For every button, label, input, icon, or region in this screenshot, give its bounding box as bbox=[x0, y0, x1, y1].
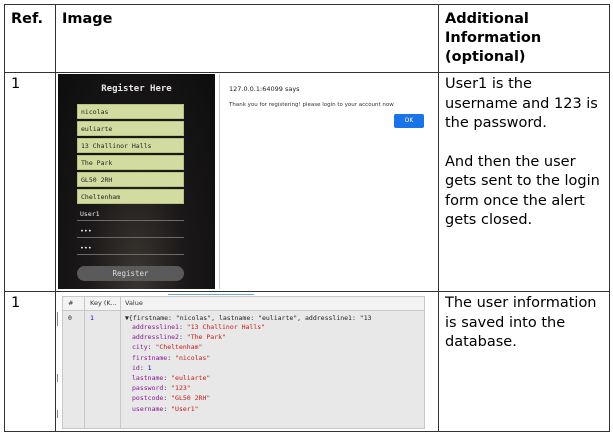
header-image: Image bbox=[55, 4, 439, 73]
password-field[interactable]: ••• bbox=[77, 224, 184, 238]
addressline1-field[interactable]: 13 Challinor Halls bbox=[77, 138, 184, 153]
alert-message: Thank you for registering! please login … bbox=[229, 102, 394, 108]
city-field[interactable]: Cheltenham bbox=[77, 189, 184, 204]
col-index[interactable]: # bbox=[68, 299, 73, 307]
info-cell: The user information is saved into the d… bbox=[438, 291, 610, 432]
info-paragraph: And then the user gets sent to the login… bbox=[445, 153, 600, 229]
postcode-field[interactable]: GL50 2RH bbox=[77, 172, 184, 187]
register-title: Register Here bbox=[101, 84, 172, 94]
info-paragraph: User1 is the username and 123 is the pas… bbox=[445, 76, 598, 131]
db-header: # Key (K... Value bbox=[63, 297, 424, 311]
header-additional-info: Additional Information (optional) bbox=[438, 4, 610, 73]
addressline2-field[interactable]: The Park bbox=[77, 155, 184, 170]
register-screenshot: Register Here nicolas euliarte 13 Challi… bbox=[58, 74, 435, 289]
row-index: 0 bbox=[68, 314, 72, 322]
confirm-password-field[interactable]: ••• bbox=[77, 241, 184, 255]
object-property: id: 1 bbox=[132, 363, 152, 372]
username-field[interactable]: User1 bbox=[77, 207, 184, 221]
indexeddb-table: # Key (K... Value 0 1 ▼{firstname: "nico… bbox=[62, 296, 425, 429]
image-cell: Register Here nicolas euliarte 13 Challi… bbox=[55, 72, 439, 292]
documentation-table: Ref. Image Additional Information (optio… bbox=[4, 4, 610, 432]
divider bbox=[84, 297, 85, 428]
col-key[interactable]: Key (K... bbox=[90, 299, 117, 307]
object-summary[interactable]: ▼{firstname: "nicolas", lastname: "eulia… bbox=[125, 314, 372, 322]
table-row: 1 # Key (K... Value 0 1 ▼{firstname: "ni… bbox=[4, 291, 610, 432]
object-property: firstname: "nicolas" bbox=[132, 353, 211, 362]
register-panel: Register Here nicolas euliarte 13 Challi… bbox=[58, 74, 215, 289]
header-ref: Ref. bbox=[4, 4, 56, 73]
database-screenshot: # Key (K... Value 0 1 ▼{firstname: "nico… bbox=[56, 292, 439, 432]
col-value[interactable]: Value bbox=[125, 299, 143, 307]
image-cell: # Key (K... Value 0 1 ▼{firstname: "nico… bbox=[55, 291, 439, 432]
ref-cell: 1 bbox=[4, 291, 56, 432]
divider bbox=[120, 297, 121, 428]
ref-cell: 1 bbox=[4, 72, 56, 292]
divider bbox=[168, 292, 254, 295]
object-property: addressline1: "13 Challinor Halls" bbox=[132, 323, 266, 331]
object-property: username: "User1" bbox=[132, 404, 199, 413]
firstname-field[interactable]: nicolas bbox=[77, 104, 184, 119]
row-key: 1 bbox=[90, 314, 94, 322]
alert-title: 127.0.0.1:64099 says bbox=[229, 85, 300, 93]
register-button[interactable]: Register bbox=[77, 266, 184, 281]
alert-dialog: 127.0.0.1:64099 says Thank you for regis… bbox=[219, 74, 435, 289]
table-header-row: Ref. Image Additional Information (optio… bbox=[4, 4, 610, 73]
object-property: addressline2: "The Park" bbox=[132, 333, 226, 342]
lastname-field[interactable]: euliarte bbox=[77, 121, 184, 136]
scroll-marks bbox=[56, 292, 60, 432]
object-property: password: "123" bbox=[132, 384, 191, 393]
info-cell: User1 is the username and 123 is the pas… bbox=[438, 72, 610, 292]
info-paragraph: The user information is saved into the d… bbox=[445, 295, 597, 350]
alert-ok-button[interactable]: OK bbox=[394, 114, 424, 128]
object-property: lastname: "euliarte" bbox=[132, 374, 211, 382]
object-property: city: "Cheltenham" bbox=[132, 343, 203, 352]
table-row: 1 Register Here nicolas euliarte 13 Chal… bbox=[4, 72, 610, 292]
object-property: postcode: "GL50 2RH" bbox=[132, 394, 211, 403]
